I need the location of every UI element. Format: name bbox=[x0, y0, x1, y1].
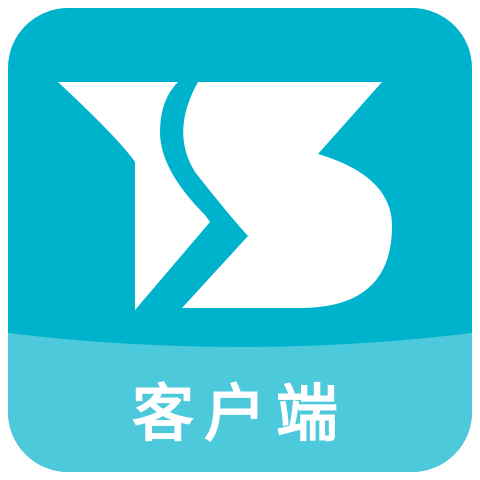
app-icon[interactable]: 客户端 bbox=[0, 0, 480, 480]
app-caption: 客户端 bbox=[131, 377, 348, 450]
